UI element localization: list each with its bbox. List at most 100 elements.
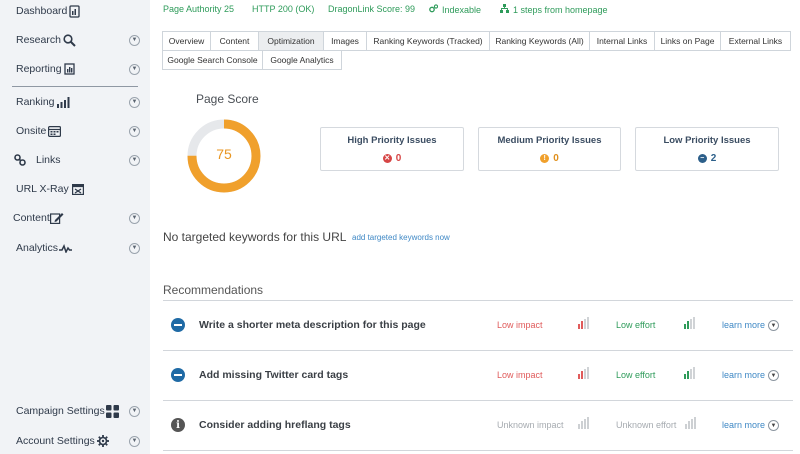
sidebar-item-label: URL X-Ray (16, 183, 69, 195)
dashboard-icon (69, 4, 81, 18)
sidebar-item-label: Content (13, 212, 50, 224)
effort-bars-icon (684, 367, 695, 379)
tab-overview[interactable]: Overview (162, 31, 211, 51)
no-keywords-message: No targeted keywords for this URL (163, 230, 347, 244)
impact-bars-icon (578, 417, 589, 429)
page-score-value: 75 (216, 146, 232, 162)
card-count: ✕ 0 (321, 153, 463, 164)
issue-count: 2 (710, 153, 717, 164)
sidebar-item-analytics[interactable]: Analytics ▼ (0, 237, 150, 259)
tab-content[interactable]: Content (210, 31, 259, 51)
metric-label: Page Authority 25 (163, 4, 235, 14)
chevron-down-icon[interactable]: ▼ (129, 125, 140, 137)
report-icon (63, 63, 75, 75)
page-score-title: Page Score (196, 92, 259, 106)
sidebar-item-account-settings[interactable]: Account Settings ▼ (0, 430, 150, 452)
learn-more-link[interactable]: learn more (722, 420, 765, 430)
grid-icon (105, 404, 119, 418)
sidebar-item-label: Dashboard (16, 5, 68, 17)
sidebar-item-links[interactable]: Links ▼ (0, 149, 150, 171)
card-count: − 2 (636, 153, 778, 164)
effort-label: Low effort (616, 320, 656, 330)
recommendation-row: Write a shorter meta description for thi… (163, 301, 793, 349)
chevron-down-icon[interactable]: ▼ (129, 96, 140, 108)
chevron-down-icon[interactable]: ▼ (768, 370, 779, 381)
link-icon (14, 154, 26, 166)
sidebar-item-research[interactable]: Research ▼ (0, 29, 150, 51)
bar-chart-icon (56, 96, 70, 108)
card-title: Medium Priority Issues (497, 135, 602, 146)
metric-dragonlink: DragonLink Score: 99 (328, 4, 415, 14)
edit-icon (49, 212, 64, 224)
effort-label: Low effort (616, 370, 656, 380)
card-title: Low Priority Issues (663, 135, 751, 146)
tab-internal-links[interactable]: Internal Links (589, 31, 655, 51)
card-title: High Priority Issues (347, 135, 437, 146)
minus-circle-icon: − (697, 154, 707, 163)
sidebar-item-content[interactable]: Content ▼ (0, 207, 150, 229)
gear-icon (96, 435, 109, 447)
cog-icon (429, 4, 439, 15)
minus-circle-icon (171, 368, 185, 382)
sidebar-item-campaign-settings[interactable]: Campaign Settings ▼ (0, 400, 150, 422)
add-keywords-link[interactable]: add targeted keywords now (352, 233, 450, 242)
sidebar-item-url-xray[interactable]: URL X-Ray (0, 178, 150, 200)
metric-label: DragonLink Score: 99 (328, 4, 416, 14)
sidebar-item-label: Ranking (16, 96, 55, 108)
recommendation-row: Add missing Twitter card tags Low impact… (163, 351, 793, 399)
chevron-down-icon[interactable]: ▼ (129, 34, 140, 46)
chevron-down-icon[interactable]: ▼ (129, 242, 140, 254)
learn-more-link[interactable]: learn more (722, 370, 765, 380)
minus-circle-icon (171, 318, 185, 332)
chevron-down-icon[interactable]: ▼ (768, 320, 779, 331)
chevron-down-icon[interactable]: ▼ (129, 405, 140, 417)
metric-label: HTTP 200 (OK) (252, 4, 315, 14)
effort-label: Unknown effort (616, 420, 677, 430)
chevron-down-icon[interactable]: ▼ (129, 63, 140, 75)
card-count: ! 0 (479, 153, 620, 164)
tab-optimization[interactable]: Optimization (258, 31, 324, 51)
tab-google-search-console[interactable]: Google Search Console (162, 50, 263, 70)
chevron-down-icon[interactable]: ▼ (129, 435, 140, 447)
impact-label: Low impact (497, 370, 543, 380)
sidebar-item-onsite[interactable]: Onsite ▼ (0, 120, 150, 142)
sidebar-item-ranking[interactable]: Ranking ▼ (0, 91, 150, 113)
metric-steps: 1 steps from homepage (500, 4, 608, 15)
effort-bars-icon (684, 317, 695, 329)
search-icon (63, 33, 76, 47)
sidebar-item-reporting[interactable]: Reporting ▼ (0, 58, 150, 80)
recommendation-text: Add missing Twitter card tags (199, 369, 349, 381)
tab-external-links[interactable]: External Links (720, 31, 791, 51)
effort-bars-icon (685, 417, 696, 429)
recommendation-text: Consider adding hreflang tags (199, 419, 351, 431)
sidebar-item-label: Onsite (16, 125, 47, 137)
tab-google-analytics[interactable]: Google Analytics (262, 50, 342, 70)
issue-count: 0 (395, 153, 402, 164)
tab-ranking-keywords-tracked[interactable]: Ranking Keywords (Tracked) (366, 31, 490, 51)
metric-page-authority: Page Authority 25 (163, 4, 234, 14)
sidebar-item-label: Reporting (16, 63, 62, 75)
sidebar-item-label: Campaign Settings (16, 405, 105, 417)
learn-more-link[interactable]: learn more (722, 320, 765, 330)
sidebar-item-label: Account Settings (16, 435, 95, 447)
tab-links-on-page[interactable]: Links on Page (654, 31, 721, 51)
low-priority-card[interactable]: Low Priority Issues − 2 (635, 127, 779, 171)
high-priority-card[interactable]: High Priority Issues ✕ 0 (320, 127, 464, 171)
impact-label: Low impact (497, 320, 543, 330)
chevron-down-icon[interactable]: ▼ (129, 212, 140, 224)
impact-bars-icon (578, 317, 589, 329)
issue-count: 0 (553, 153, 559, 164)
medium-priority-card[interactable]: Medium Priority Issues ! 0 (478, 127, 621, 171)
chevron-down-icon[interactable]: ▼ (768, 420, 779, 431)
divider (163, 450, 793, 451)
tab-images[interactable]: Images (323, 31, 367, 51)
chevron-down-icon[interactable]: ▼ (129, 154, 140, 166)
info-icon: i (171, 418, 185, 432)
warning-icon: ! (540, 154, 550, 163)
tab-ranking-keywords-all[interactable]: Ranking Keywords (All) (489, 31, 590, 51)
sidebar-item-label: Analytics (16, 242, 59, 254)
impact-bars-icon (578, 367, 589, 379)
sidebar-item-dashboard[interactable]: Dashboard (0, 0, 150, 22)
impact-label: Unknown impact (497, 420, 564, 430)
calendar-grid-icon (48, 125, 62, 137)
